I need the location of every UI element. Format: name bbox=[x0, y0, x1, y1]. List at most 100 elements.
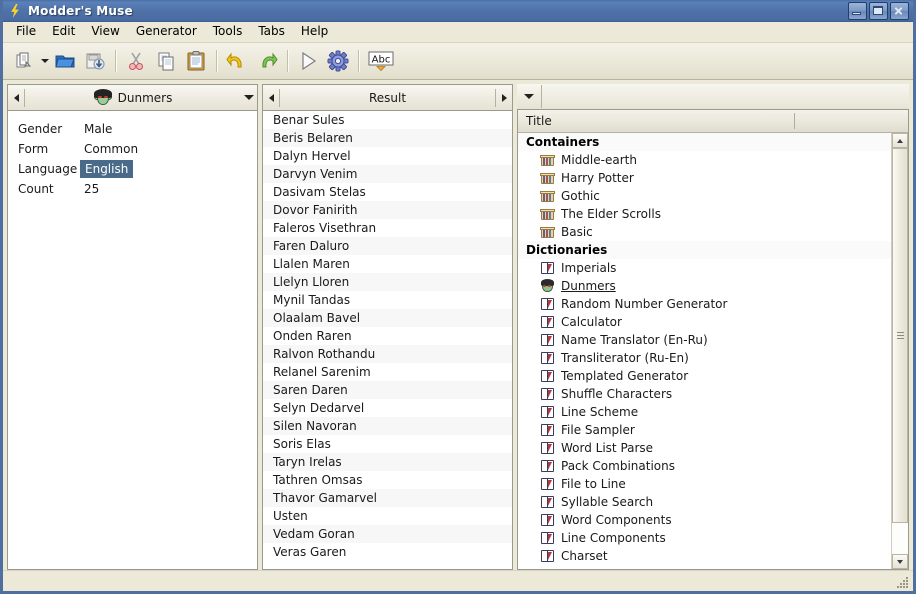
result-item[interactable]: Onden Raren bbox=[263, 327, 512, 345]
property-row[interactable]: Count 25 bbox=[8, 179, 257, 199]
tree-item[interactable]: Middle-earth bbox=[518, 151, 891, 169]
book-icon bbox=[540, 441, 555, 455]
result-panel-title: Result bbox=[368, 90, 407, 105]
result-item[interactable]: Olaalam Bavel bbox=[263, 309, 512, 327]
tree-item[interactable]: Imperials bbox=[518, 259, 891, 277]
paste-icon[interactable] bbox=[181, 46, 211, 76]
result-item[interactable]: Beris Belaren bbox=[263, 129, 512, 147]
menu-view[interactable]: View bbox=[84, 23, 126, 41]
result-item[interactable]: Vedam Goran bbox=[263, 525, 512, 543]
scroll-up-button[interactable] bbox=[892, 133, 908, 148]
menu-help[interactable]: Help bbox=[294, 23, 335, 41]
tree-item[interactable]: Shuffle Characters bbox=[518, 385, 891, 403]
maximize-button[interactable] bbox=[869, 2, 888, 20]
properties-prev-button[interactable] bbox=[8, 86, 24, 109]
tree-item[interactable]: Harry Potter bbox=[518, 169, 891, 187]
dropdown-arrow-icon[interactable] bbox=[39, 47, 50, 75]
tree-group-header[interactable]: Containers bbox=[518, 133, 891, 151]
scroll-track[interactable] bbox=[892, 148, 908, 554]
property-value[interactable]: Male bbox=[80, 121, 116, 137]
menu-edit[interactable]: Edit bbox=[45, 23, 82, 41]
tree-item[interactable]: Transliterator (Ru-En) bbox=[518, 349, 891, 367]
navigator-tab-area[interactable] bbox=[541, 85, 909, 108]
menu-generator[interactable]: Generator bbox=[129, 23, 204, 41]
property-value-selected[interactable]: English bbox=[80, 160, 134, 178]
settings-gear-icon[interactable] bbox=[323, 46, 353, 76]
result-item[interactable]: Taryn Irelas bbox=[263, 453, 512, 471]
menu-tools[interactable]: Tools bbox=[206, 23, 250, 41]
result-item[interactable]: Dalyn Hervel bbox=[263, 147, 512, 165]
tree-item[interactable]: Pack Combinations bbox=[518, 457, 891, 475]
tree-item[interactable]: Charset bbox=[518, 547, 891, 565]
copy-icon[interactable] bbox=[151, 46, 181, 76]
cut-icon[interactable] bbox=[121, 46, 151, 76]
scroll-thumb[interactable] bbox=[892, 148, 908, 523]
result-item[interactable]: Tathren Omsas bbox=[263, 471, 512, 489]
undo-icon[interactable] bbox=[222, 46, 252, 76]
column-divider[interactable] bbox=[794, 113, 795, 129]
new-document-icon[interactable] bbox=[9, 46, 39, 76]
scroll-down-button[interactable] bbox=[892, 554, 908, 569]
result-item[interactable]: Saren Daren bbox=[263, 381, 512, 399]
result-item[interactable]: Faleros Visethran bbox=[263, 219, 512, 237]
tree-item[interactable]: Dunmers bbox=[518, 277, 891, 295]
tree-item[interactable]: File Sampler bbox=[518, 421, 891, 439]
tree-item[interactable]: Word Components bbox=[518, 511, 891, 529]
tree-item[interactable]: Calculator bbox=[518, 313, 891, 331]
navigator-tree[interactable]: Containers Middle-earth Harry Potter Gothic… bbox=[518, 133, 891, 569]
book-icon bbox=[540, 459, 555, 473]
result-item[interactable]: Thavor Gamarvel bbox=[263, 489, 512, 507]
property-value[interactable]: Common bbox=[80, 141, 142, 157]
result-item[interactable]: Soris Elas bbox=[263, 435, 512, 453]
result-next-button[interactable] bbox=[496, 86, 512, 109]
property-row[interactable]: Language English bbox=[8, 159, 257, 179]
result-item[interactable]: Relanel Sarenim bbox=[263, 363, 512, 381]
result-item[interactable]: Usten bbox=[263, 507, 512, 525]
result-list[interactable]: Benar Sules Beris Belaren Dalyn Hervel Darv… bbox=[263, 111, 512, 569]
result-item[interactable]: Benar Sules bbox=[263, 111, 512, 129]
resize-grip-icon[interactable] bbox=[897, 576, 910, 589]
tree-item[interactable]: Line Components bbox=[518, 529, 891, 547]
result-item[interactable]: Veras Garen bbox=[263, 543, 512, 561]
property-value[interactable]: 25 bbox=[80, 181, 103, 197]
result-prev-button[interactable] bbox=[263, 86, 279, 109]
tree-item[interactable]: Random Number Generator bbox=[518, 295, 891, 313]
result-item[interactable]: Llelyn Lloren bbox=[263, 273, 512, 291]
properties-dropdown-button[interactable] bbox=[241, 86, 257, 109]
tree-item[interactable]: Basic bbox=[518, 223, 891, 241]
tree-item[interactable]: The Elder Scrolls bbox=[518, 205, 891, 223]
navigator-dropdown-button[interactable] bbox=[517, 85, 541, 108]
result-item[interactable]: Dasivam Stelas bbox=[263, 183, 512, 201]
result-item[interactable]: Ralvon Rothandu bbox=[263, 345, 512, 363]
tree-group-header[interactable]: Dictionaries bbox=[518, 241, 891, 259]
redo-icon[interactable] bbox=[252, 46, 282, 76]
menu-tabs[interactable]: Tabs bbox=[251, 23, 292, 41]
result-item[interactable]: Faren Daluro bbox=[263, 237, 512, 255]
result-item[interactable]: Llalen Maren bbox=[263, 255, 512, 273]
result-item[interactable]: Dovor Fanirith bbox=[263, 201, 512, 219]
menu-file[interactable]: File bbox=[9, 23, 43, 41]
tree-item[interactable]: Syllable Search bbox=[518, 493, 891, 511]
result-item[interactable]: Selyn Dedarvel bbox=[263, 399, 512, 417]
tree-item[interactable]: Name Translator (En-Ru) bbox=[518, 331, 891, 349]
close-button[interactable] bbox=[890, 2, 909, 20]
tree-item[interactable]: File to Line bbox=[518, 475, 891, 493]
tree-item[interactable]: Gothic bbox=[518, 187, 891, 205]
tree-item-label: Syllable Search bbox=[561, 495, 654, 509]
spellcheck-abc-icon[interactable]: Abc bbox=[364, 46, 398, 76]
result-item[interactable]: Mynil Tandas bbox=[263, 291, 512, 309]
tree-item[interactable]: Templated Generator bbox=[518, 367, 891, 385]
minimize-button[interactable] bbox=[848, 2, 867, 20]
tree-item[interactable]: Line Scheme bbox=[518, 403, 891, 421]
property-key: Language bbox=[18, 162, 78, 176]
result-item[interactable]: Silen Navoran bbox=[263, 417, 512, 435]
property-row[interactable]: Form Common bbox=[8, 139, 257, 159]
property-row[interactable]: Gender Male bbox=[8, 119, 257, 139]
navigator-scrollbar[interactable] bbox=[891, 133, 908, 569]
save-icon[interactable] bbox=[80, 46, 110, 76]
open-folder-icon[interactable] bbox=[50, 46, 80, 76]
run-icon[interactable] bbox=[293, 46, 323, 76]
result-item[interactable]: Darvyn Venim bbox=[263, 165, 512, 183]
navigator-column-header[interactable]: Title bbox=[518, 110, 908, 133]
tree-item[interactable]: Word List Parse bbox=[518, 439, 891, 457]
